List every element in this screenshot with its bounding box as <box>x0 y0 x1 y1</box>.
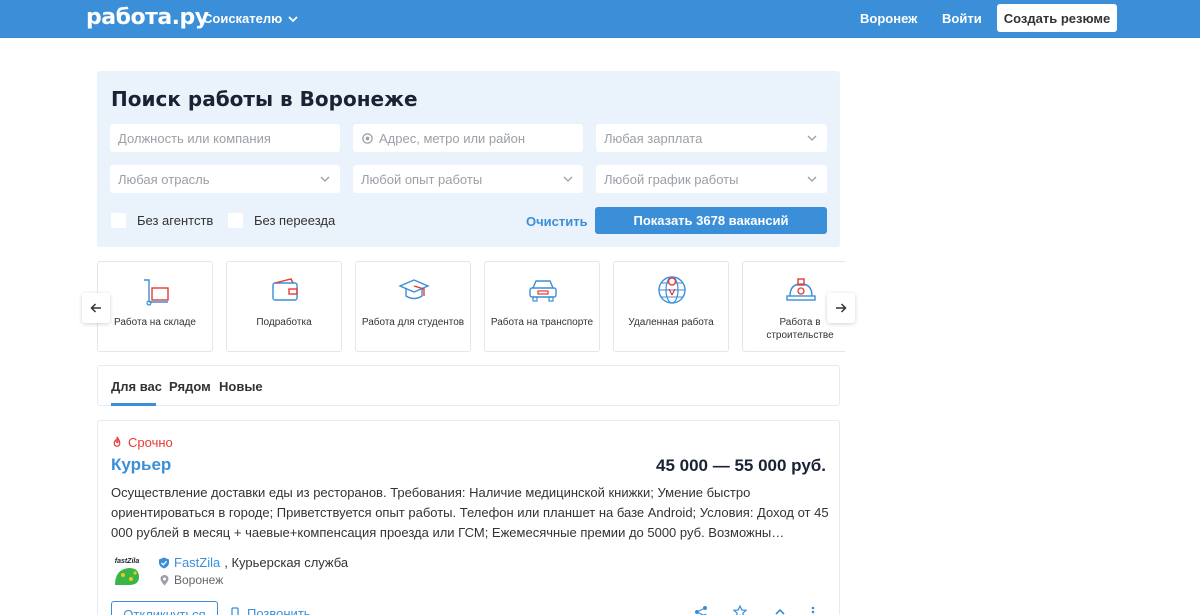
checkbox-box[interactable] <box>228 213 243 228</box>
car-icon <box>529 280 557 302</box>
active-tab-indicator <box>111 403 156 406</box>
verified-badge-icon <box>159 557 169 568</box>
position-input[interactable]: Должность или компания <box>110 124 340 152</box>
categories-carousel: Работа на складе Подработка Работа для с… <box>97 261 845 352</box>
create-resume-button[interactable]: Создать резюме <box>997 4 1117 32</box>
chevron-down-icon <box>288 15 298 22</box>
seekers-menu-label: Соискателю <box>203 11 283 26</box>
arrow-right-icon <box>836 303 847 313</box>
position-placeholder: Должность или компания <box>118 130 271 146</box>
location-target-icon <box>362 132 373 144</box>
chevron-up-icon[interactable] <box>773 605 787 615</box>
no-relocation-checkbox[interactable]: Без переезда <box>228 213 335 228</box>
chevron-down-icon <box>563 176 573 182</box>
category-warehouse[interactable]: Работа на складе <box>97 261 213 352</box>
wallet-icon <box>272 278 298 301</box>
vacancy-salary: 45 000 — 55 000 руб. <box>656 456 826 475</box>
no-agencies-checkbox[interactable]: Без агентств <box>111 213 213 228</box>
search-title: Поиск работы в Воронеже <box>111 87 418 111</box>
category-students[interactable]: Работа для студентов <box>355 261 471 352</box>
no-relocation-label: Без переезда <box>254 213 336 228</box>
site-logo[interactable]: работа.ру <box>86 5 209 30</box>
city-selector[interactable]: Воронеж <box>860 11 917 26</box>
schedule-select[interactable]: Любой график работы <box>596 165 827 193</box>
warehouse-cart-icon <box>144 279 169 306</box>
star-icon[interactable] <box>733 605 747 615</box>
top-navbar: работа.ру Соискателю Воронеж Войти Созда… <box>0 0 1200 38</box>
category-label: Удаленная работа <box>628 317 714 328</box>
feed-tabs: Для вас Рядом Новые <box>97 365 840 406</box>
schedule-select-value: Любой график работы <box>604 171 739 187</box>
category-transport[interactable]: Работа на транспорте <box>484 261 600 352</box>
urgent-badge: Срочно <box>111 435 173 450</box>
vacancy-description: Осуществление доставки еды из ресторанов… <box>111 485 829 540</box>
map-pin-icon <box>160 574 169 585</box>
login-link[interactable]: Войти <box>942 11 982 26</box>
graduation-cap-icon <box>398 279 430 300</box>
industry-select[interactable]: Любая отрасль <box>110 165 340 193</box>
category-remote[interactable]: Удаленная работа <box>613 261 729 352</box>
search-panel: Поиск работы в Воронеже Должность или ко… <box>97 71 840 247</box>
salary-select-value: Любая зарплата <box>604 130 703 146</box>
phone-icon <box>231 607 239 615</box>
salary-select[interactable]: Любая зарплата <box>596 124 827 152</box>
company-name-link[interactable]: FastZila <box>174 555 220 570</box>
chevron-down-icon <box>807 135 817 141</box>
carousel-prev-button[interactable] <box>82 293 110 323</box>
tab-nearby[interactable]: Рядом <box>169 379 211 394</box>
chevron-down-icon <box>320 176 330 182</box>
category-label: Работа на складе <box>114 317 196 328</box>
call-button[interactable]: Позвонить <box>231 606 311 615</box>
vacancy-location: Воронеж <box>160 573 223 587</box>
arrow-left-icon <box>90 303 101 313</box>
hard-hat-icon <box>786 278 816 301</box>
company-logo[interactable]: fastZila <box>111 555 143 589</box>
fire-icon <box>113 436 121 447</box>
address-input[interactable]: Адрес, метро или район <box>353 124 583 152</box>
respond-button[interactable]: Откликнуться <box>111 601 218 615</box>
category-label: Подработка <box>256 317 312 328</box>
seekers-menu[interactable]: Соискателю <box>203 11 298 26</box>
category-label: Работа для студентов <box>361 317 465 328</box>
experience-select[interactable]: Любой опыт работы <box>353 165 583 193</box>
chevron-down-icon <box>807 176 817 182</box>
tab-new[interactable]: Новые <box>219 379 263 394</box>
no-agencies-label: Без агентств <box>137 213 214 228</box>
company-logo-text: fastZila <box>115 558 140 565</box>
clear-filters-link[interactable]: Очистить <box>526 214 588 229</box>
industry-select-value: Любая отрасль <box>118 171 210 187</box>
address-placeholder: Адрес, метро или район <box>379 130 526 146</box>
category-part-time[interactable]: Подработка <box>226 261 342 352</box>
company-line: FastZila , Курьерская служба <box>158 555 348 570</box>
company-type: , Курьерская служба <box>224 555 349 570</box>
tab-for-you[interactable]: Для вас <box>111 379 162 394</box>
experience-select-value: Любой опыт работы <box>361 171 483 187</box>
location-label: Воронеж <box>174 573 224 587</box>
category-label: Работа на транспорте <box>490 317 594 328</box>
urgent-label: Срочно <box>128 435 173 450</box>
carousel-next-button[interactable] <box>827 293 855 323</box>
share-icon[interactable] <box>694 605 708 615</box>
vacancy-card: Срочно Курьер 45 000 — 55 000 руб. Осуще… <box>97 420 840 615</box>
vacancy-title[interactable]: Курьер <box>111 455 171 475</box>
checkbox-box[interactable] <box>111 213 126 228</box>
call-label: Позвонить <box>247 606 311 615</box>
more-vertical-icon[interactable] <box>806 605 820 615</box>
globe-pin-icon <box>658 276 686 304</box>
show-vacancies-button[interactable]: Показать 3678 вакансий <box>595 207 827 234</box>
